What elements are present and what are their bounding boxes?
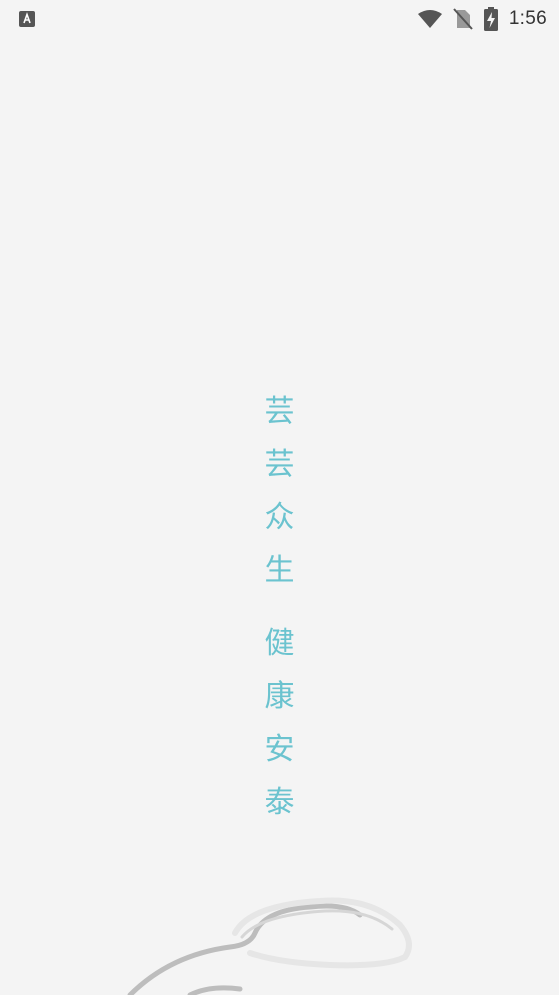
slogan-char: 生 [264, 553, 295, 588]
clock: 1:56 [508, 8, 547, 29]
slogan-char: 众 [264, 500, 295, 535]
slogan-char: 健 [264, 626, 295, 661]
no-sim-icon [453, 8, 473, 30]
slogan-line-1: 芸 芸 众 生 [0, 385, 559, 597]
wifi-icon [417, 10, 442, 28]
status-icons: 1:56 [417, 6, 547, 32]
notification-a-icon [19, 11, 35, 27]
slogan-char: 安 [264, 732, 295, 767]
slogan-char: 康 [264, 679, 295, 714]
slogan-char: 芸 [264, 394, 295, 429]
status-bar: 1:56 [0, 0, 559, 38]
stethoscope-illustration [127, 897, 412, 995]
slogan-char: 泰 [264, 785, 295, 820]
slogan-line-2: 健 康 安 泰 [0, 617, 559, 829]
battery-charging-icon [483, 7, 498, 31]
slogan-char: 芸 [264, 447, 295, 482]
